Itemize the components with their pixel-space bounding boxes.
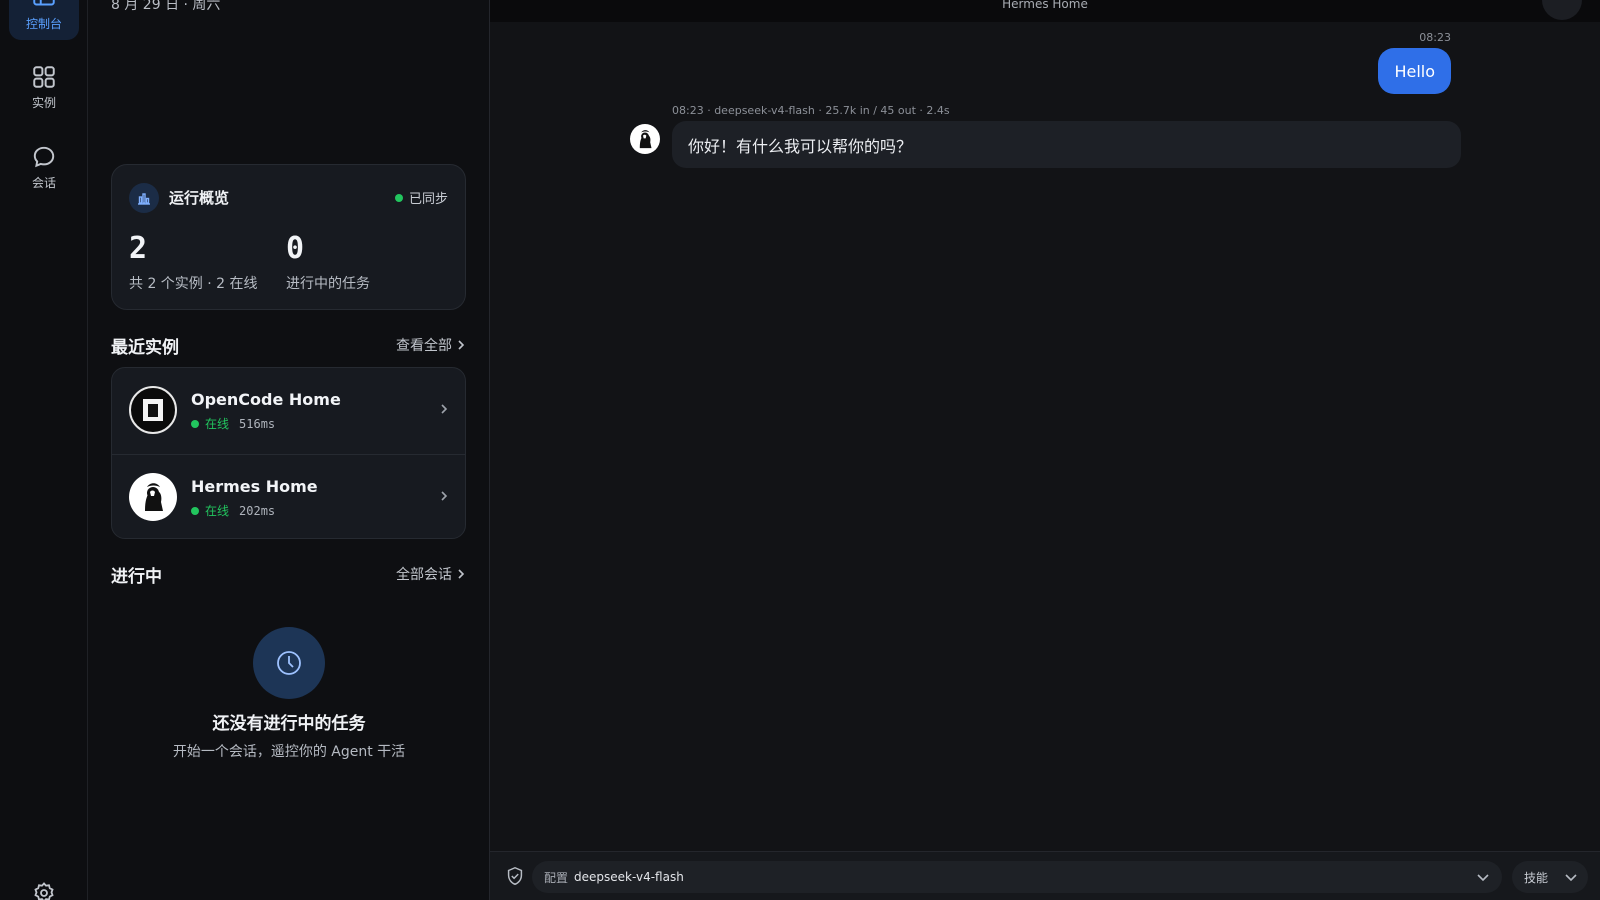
overview-card: 运行概览 已同步 2 共 2 个实例 · 2 在线 0 进行中的任务 bbox=[111, 164, 466, 310]
chat-area: Hermes Home 08:23 Hello 08:23 · deepseek… bbox=[490, 0, 1600, 900]
chat-title: Hermes Home bbox=[1002, 0, 1088, 11]
instance-row-opencode[interactable]: OpenCode Home 在线 516ms bbox=[112, 368, 465, 453]
chevron-right-icon bbox=[458, 340, 465, 350]
rail-item-label: 控制台 bbox=[25, 16, 62, 31]
shield-icon[interactable] bbox=[504, 865, 526, 887]
user-message-bubble: Hello bbox=[1378, 48, 1451, 94]
chat-bubble-icon bbox=[33, 146, 55, 167]
tasks-caption: 进行中的任务 bbox=[286, 276, 370, 292]
grid-icon bbox=[33, 65, 55, 88]
instances-count: 2 bbox=[129, 231, 148, 266]
latency-label: 516ms bbox=[239, 416, 276, 431]
latency-label: 202ms bbox=[239, 503, 276, 518]
overview-title: 运行概览 bbox=[169, 189, 230, 207]
chevron-down-icon bbox=[1565, 874, 1577, 882]
hermes-avatar-icon bbox=[129, 473, 177, 521]
in-progress-title: 进行中 bbox=[111, 567, 162, 587]
assistant-avatar-icon bbox=[630, 124, 660, 154]
composer-toolbar: 配置 deepseek-v4-flash 技能 bbox=[490, 851, 1600, 900]
rail-item-label: 会话 bbox=[31, 175, 56, 190]
skills-dropdown[interactable]: 技能 bbox=[1512, 861, 1588, 893]
model-select[interactable]: 配置 deepseek-v4-flash bbox=[532, 861, 1502, 893]
rail-item-dashboard[interactable]: 控制台 bbox=[9, 0, 79, 40]
dashboard-icon bbox=[33, 0, 55, 5]
skills-label: 技能 bbox=[1524, 870, 1549, 885]
instances-caption: 共 2 个实例 · 2 在线 bbox=[129, 276, 258, 292]
settings-button[interactable] bbox=[29, 878, 59, 900]
view-all-link[interactable]: 查看全部 bbox=[396, 335, 466, 355]
chevron-right-icon bbox=[458, 569, 465, 579]
clock-icon bbox=[253, 627, 325, 699]
assistant-message-meta: 08:23 · deepseek-v4-flash · 25.7k in / 4… bbox=[672, 104, 950, 117]
instance-row-hermes[interactable]: Hermes Home 在线 202ms bbox=[112, 454, 465, 538]
instance-status: 在线 516ms bbox=[191, 415, 275, 432]
view-all-label: 查看全部 bbox=[396, 338, 452, 354]
assistant-message-bubble: 你好！有什么我可以帮你的吗？ bbox=[672, 121, 1461, 168]
dashboard-panel: 8 月 29 日 · 周六 运行概览 已同步 2 共 2 个实例 · 2 在线 … bbox=[88, 0, 490, 900]
gear-icon bbox=[34, 882, 54, 900]
status-dot bbox=[191, 506, 199, 515]
opencode-logo-icon bbox=[129, 386, 177, 434]
empty-state-title: 还没有进行中的任务 bbox=[212, 714, 366, 734]
online-label: 在线 bbox=[205, 417, 230, 431]
chevron-right-icon bbox=[441, 404, 448, 414]
bar-chart-icon bbox=[129, 183, 159, 213]
sync-status-label: 已同步 bbox=[408, 192, 448, 207]
empty-state-subtitle: 开始一个会话，遥控你的 Agent 干活 bbox=[172, 744, 406, 760]
date-label: 8 月 29 日 · 周六 bbox=[111, 0, 221, 13]
config-label: 配置 bbox=[544, 870, 569, 885]
online-label: 在线 bbox=[205, 504, 230, 518]
rail-item-sessions[interactable]: 会话 bbox=[9, 135, 79, 199]
left-rail: 控制台 实例 会话 bbox=[0, 0, 88, 900]
rail-item-label: 实例 bbox=[31, 95, 56, 110]
all-sessions-label: 全部会话 bbox=[396, 567, 452, 583]
status-dot bbox=[191, 419, 199, 428]
instance-status: 在线 202ms bbox=[191, 502, 275, 519]
sync-status: 已同步 bbox=[394, 188, 448, 207]
status-dot bbox=[394, 193, 403, 202]
chevron-down-icon bbox=[1477, 874, 1489, 882]
recent-instances-title: 最近实例 bbox=[111, 338, 179, 358]
recent-instances-list: OpenCode Home 在线 516ms Hermes Home 在线 20… bbox=[111, 367, 466, 539]
tasks-count: 0 bbox=[286, 231, 305, 266]
model-name: deepseek-v4-flash bbox=[574, 870, 684, 884]
instance-name: Hermes Home bbox=[191, 477, 318, 496]
chevron-right-icon bbox=[441, 491, 448, 501]
instance-name: OpenCode Home bbox=[191, 390, 341, 409]
all-sessions-link[interactable]: 全部会话 bbox=[396, 564, 466, 584]
chat-header: Hermes Home bbox=[490, 0, 1600, 22]
message-time: 08:23 bbox=[1419, 31, 1451, 44]
header-action-button[interactable] bbox=[1542, 0, 1582, 20]
rail-item-instances[interactable]: 实例 bbox=[9, 55, 79, 119]
